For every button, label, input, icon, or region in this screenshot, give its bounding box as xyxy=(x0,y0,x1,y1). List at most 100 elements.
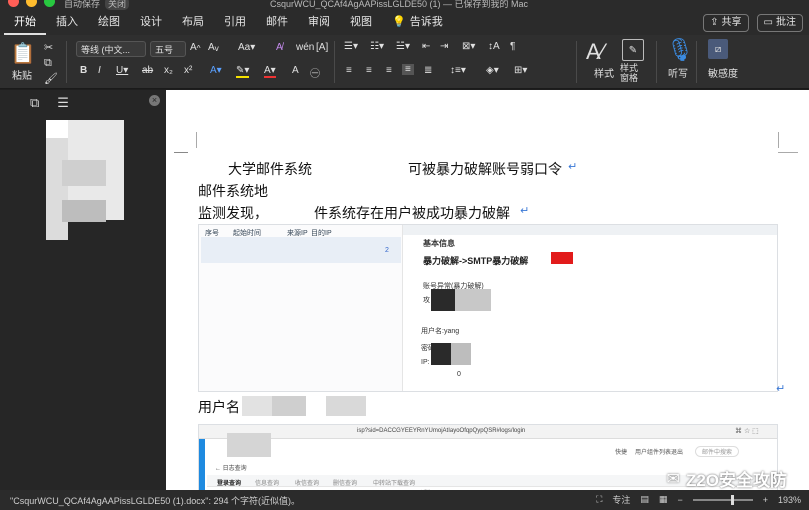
navigation-pane: ⧉ ☰ × xyxy=(0,90,166,490)
section-title: 基本信息 xyxy=(423,239,455,248)
microphone-icon[interactable]: 🎙 xyxy=(666,37,694,63)
share-button[interactable]: ⇪ 共享 xyxy=(703,14,749,32)
numbering-icon[interactable]: ☷▾ xyxy=(370,41,384,52)
back-link: ← 日志查询 xyxy=(215,466,247,472)
comments-button[interactable]: ▭ 批注 xyxy=(756,14,803,32)
clear-format-icon[interactable]: A̸ xyxy=(276,42,283,53)
zoom-slider-thumb[interactable] xyxy=(730,494,734,505)
doc-line-2: 邮件系统地 xyxy=(198,184,268,200)
thumbnails-icon[interactable]: ⧉ xyxy=(30,95,39,111)
char-border-icon[interactable]: [A] xyxy=(316,42,328,53)
italic-icon[interactable]: I xyxy=(98,65,101,76)
highlight-icon[interactable]: ✎▾ xyxy=(236,65,250,78)
borders-icon[interactable]: ⊞▾ xyxy=(514,65,527,76)
phonetic-icon[interactable]: wén xyxy=(296,42,314,53)
increase-indent-icon[interactable]: ⇥ xyxy=(440,41,448,52)
zoom-slider[interactable] xyxy=(692,494,753,505)
subscript-icon[interactable]: x₂ xyxy=(164,65,173,76)
zoom-window-button[interactable] xyxy=(44,0,55,7)
distributed-icon[interactable]: ≣ xyxy=(424,65,432,76)
align-center-icon[interactable]: ≡ xyxy=(366,65,372,76)
tab-view[interactable]: 视图 xyxy=(340,10,382,35)
tab-mailings[interactable]: 邮件 xyxy=(256,10,298,35)
paragraph-mark-icon: ↵ xyxy=(520,205,530,217)
bullets-icon[interactable]: ☰▾ xyxy=(344,41,358,52)
grow-font-icon[interactable]: A ^ xyxy=(190,42,201,53)
justify-icon[interactable]: ≡ xyxy=(402,64,414,75)
paste-label: 粘贴 xyxy=(12,71,32,82)
page-thumbnail[interactable] xyxy=(46,120,124,240)
font-color-icon[interactable]: A▾ xyxy=(264,65,276,78)
cut-icon[interactable]: ✂ xyxy=(44,41,53,54)
zoom-level[interactable]: 193% xyxy=(778,495,801,505)
underline-icon[interactable]: U▾ xyxy=(116,65,128,76)
paragraph-mark-icon: ↵ xyxy=(776,383,786,395)
autosave-toggle[interactable]: 关闭 xyxy=(105,0,130,10)
result-count: 2 xyxy=(385,247,389,254)
focus-label[interactable]: 专注 xyxy=(612,493,630,506)
tab-references[interactable]: 引用 xyxy=(214,10,256,35)
superscript-icon[interactable]: x² xyxy=(184,65,192,76)
doc-info: "CsqurWCU_QCAf4AgAAPissLGLDE50 (1).docx"… xyxy=(10,495,300,506)
document-page[interactable]: 大学邮件系统 可被暴力破解账号弱口令 ↵ 邮件系统地 监测发现， 件系统存在用户… xyxy=(166,90,809,490)
styles-icon[interactable]: A⁄ xyxy=(586,39,604,65)
watermark-text: Z2O安全攻防 xyxy=(685,471,787,490)
chinese-layout-icon[interactable]: ⊠▾ xyxy=(462,41,475,52)
decrease-indent-icon[interactable]: ⇤ xyxy=(422,41,430,52)
shading-icon[interactable]: ◈▾ xyxy=(486,65,499,76)
tab-insert[interactable]: 插入 xyxy=(46,10,88,35)
align-right-icon[interactable]: ≡ xyxy=(386,65,392,76)
close-pane-icon[interactable]: × xyxy=(149,95,160,106)
sensitivity-label: 敏感度 xyxy=(708,69,738,80)
ribbon: 📋 粘贴 ✂ ⧉ 🖌 等线 (中文... 五号 A ^ Av Aa▾ A̸ wén… xyxy=(0,35,809,89)
paragraph-mark-icon: ↵ xyxy=(568,161,578,173)
print-layout-icon[interactable]: ▤ xyxy=(640,494,649,505)
ip-label: IP: xyxy=(421,359,430,366)
web-layout-icon[interactable]: ▦ xyxy=(659,494,668,505)
line-spacing-icon[interactable]: ↕≡▾ xyxy=(450,65,466,76)
bold-icon[interactable]: B xyxy=(80,65,87,76)
severity-badge xyxy=(551,252,573,264)
show-marks-icon[interactable]: ¶ xyxy=(510,41,515,52)
attacker-label: 攻 xyxy=(423,297,430,304)
copy-icon[interactable]: ⧉ xyxy=(44,57,52,70)
dictate-label: 听写 xyxy=(668,69,688,80)
tab-draw[interactable]: 绘图 xyxy=(88,10,130,35)
styles-pane-label: 样式 窗格 xyxy=(620,63,639,83)
strikethrough-icon[interactable]: ab xyxy=(142,65,153,76)
tab-layout[interactable]: 布局 xyxy=(172,10,214,35)
align-left-icon[interactable]: ≡ xyxy=(346,65,352,76)
sort-icon[interactable]: ↕A xyxy=(488,41,500,52)
ribbon-tabs: 开始 插入 绘图 设计 布局 引用 邮件 审阅 视图 💡 告诉我 ⇪ 共享 ▭ … xyxy=(0,10,809,35)
zoom-in-icon[interactable]: + xyxy=(763,495,768,505)
enclose-char-icon[interactable]: ㊀ xyxy=(310,65,320,80)
change-case-icon[interactable]: Aa▾ xyxy=(238,42,255,53)
focus-mode-icon[interactable]: ⛶ xyxy=(596,494,602,505)
tab-tell-me[interactable]: 💡 告诉我 xyxy=(382,10,453,35)
tab-delete-query: 删信查询 xyxy=(333,481,358,487)
address-bar: isp?sid=DACCGYEEYRnYUmojAtIayoOfqpQypQSR… xyxy=(357,428,526,434)
doc-line-3b: 件系统存在用户被成功暴力破解 xyxy=(314,206,510,222)
close-window-button[interactable] xyxy=(8,0,19,7)
tell-me-label: 告诉我 xyxy=(409,16,443,28)
watermark: ✉ Z2O安全攻防 xyxy=(667,466,787,491)
outline-icon[interactable]: ☰ xyxy=(57,95,69,111)
sensitivity-icon[interactable]: ⧄ xyxy=(708,39,728,59)
char-shading-icon[interactable]: A xyxy=(292,65,299,76)
minimize-window-button[interactable] xyxy=(26,0,37,7)
font-name-select[interactable]: 等线 (中文... xyxy=(76,41,146,57)
tab-design[interactable]: 设计 xyxy=(130,10,172,35)
tab-review[interactable]: 审阅 xyxy=(298,10,340,35)
doc-line-4: 用户名 xyxy=(198,400,240,416)
shrink-font-icon[interactable]: Av xyxy=(208,42,219,53)
font-size-select[interactable]: 五号 xyxy=(150,41,186,57)
format-painter-icon[interactable]: 🖌 xyxy=(44,72,58,85)
tab-home[interactable]: 开始 xyxy=(4,10,46,35)
tab-info-query: 信息查询 xyxy=(255,481,280,487)
zoom-out-icon[interactable]: − xyxy=(677,495,682,505)
paste-icon[interactable]: 📋 xyxy=(10,39,36,67)
styles-pane-icon[interactable]: ✎ xyxy=(622,39,644,61)
browser-icons: ⌘ ☆ ⬚ xyxy=(735,428,759,435)
text-effects-icon[interactable]: A▾ xyxy=(210,65,222,76)
multilevel-icon[interactable]: ☱▾ xyxy=(396,41,410,52)
